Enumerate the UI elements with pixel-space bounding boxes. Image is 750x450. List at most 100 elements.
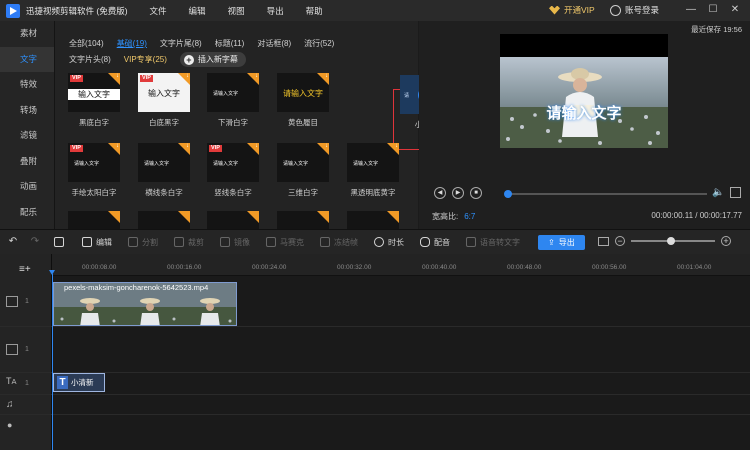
template-tile[interactable] <box>277 211 329 229</box>
fullscreen-icon[interactable] <box>730 187 741 198</box>
menu-export[interactable]: 导出 <box>267 5 284 17</box>
download-icon: ↓ <box>255 143 258 149</box>
track-number: 1 <box>25 298 29 305</box>
plus-icon: + <box>183 54 194 65</box>
template-tile[interactable] <box>207 211 259 229</box>
category-title[interactable]: 标题(11) <box>215 38 245 49</box>
category-basic[interactable]: 基础(19) <box>117 38 147 49</box>
template-tile[interactable]: ↓ 请输入文字 横线条白字 <box>138 143 190 198</box>
template-tile[interactable] <box>347 211 399 229</box>
duration-button[interactable]: 时长 <box>374 237 404 248</box>
undo-button[interactable]: ↶ <box>8 237 22 247</box>
download-icon: ↓ <box>116 73 119 79</box>
text-clip[interactable]: T 小清新 <box>53 373 105 392</box>
redo-button[interactable]: ↷ <box>30 237 44 247</box>
insert-subtitle-label: 插入新字幕 <box>197 55 238 64</box>
download-icon: ↓ <box>186 73 189 79</box>
tab-music[interactable]: 配乐 <box>0 200 54 226</box>
crop-icon <box>174 237 184 247</box>
tab-overlay[interactable]: 叠附 <box>0 149 54 175</box>
template-thumbnail <box>138 211 190 229</box>
maximize-button[interactable]: ☐ <box>702 2 724 18</box>
tab-material[interactable]: 素材 <box>0 21 54 47</box>
menu-help[interactable]: 帮助 <box>306 5 323 17</box>
menu-view[interactable]: 视图 <box>228 5 245 17</box>
dub-label: 配音 <box>434 237 450 247</box>
template-label: 黑底白字 <box>79 118 109 127</box>
category-dialog[interactable]: 对话框(8) <box>257 38 291 49</box>
tab-animation[interactable]: 动画 <box>0 174 54 200</box>
mirror-button[interactable]: 镜像 <box>220 237 250 248</box>
speech-to-text-button[interactable]: 语音转文字 <box>466 237 520 248</box>
ruler-tick: 00:00:48.00 <box>507 264 542 271</box>
freeze-icon <box>320 237 330 247</box>
category-all[interactable]: 全部(104) <box>69 38 104 49</box>
delete-button[interactable] <box>54 237 68 247</box>
track-divider <box>0 372 750 373</box>
time-ruler[interactable]: 00:00:08.00 00:00:16.00 00:00:24.00 00:0… <box>52 254 750 276</box>
template-tile[interactable]: ↓ 请输入文字 三维白字 <box>277 143 329 198</box>
tab-effects[interactable]: 特效 <box>0 72 54 98</box>
add-track-icon[interactable]: ≡+ <box>19 264 31 275</box>
login-button[interactable]: 账号登录 <box>610 4 659 16</box>
volume-icon[interactable]: 🔈 <box>712 187 724 198</box>
aspect-ratio-value[interactable]: 6:7 <box>464 212 475 221</box>
dub-button[interactable]: 配音 <box>420 237 450 248</box>
template-tile[interactable]: ↓ 请输入文字 下滑白字 <box>207 73 259 128</box>
menu-edit[interactable]: 编辑 <box>189 5 206 17</box>
vip-button[interactable]: 开通VIP <box>549 4 595 16</box>
template-label: 竖线条白字 <box>214 188 252 197</box>
template-tile[interactable]: VIP ↓ 请输入文字 手绘太阳白字 <box>68 143 120 198</box>
edit-button[interactable]: 编辑 <box>82 237 112 248</box>
vip-badge: VIP <box>209 145 222 152</box>
fit-timeline-icon[interactable] <box>598 236 609 246</box>
template-thumbnail: ↓ 请输入文字 <box>207 73 259 112</box>
zoom-in-icon[interactable]: + <box>721 236 731 246</box>
mosaic-button[interactable]: 马赛克 <box>266 237 304 248</box>
split-button[interactable]: 分割 <box>128 237 158 248</box>
template-tile[interactable]: ↓ 请输入文字 黑透明底黄字 <box>347 143 399 198</box>
tab-transitions[interactable]: 转场 <box>0 98 54 124</box>
track-divider <box>0 326 750 327</box>
minimize-button[interactable]: — <box>680 2 702 18</box>
category-opening[interactable]: 文字片头(8) <box>69 54 111 65</box>
tab-filters[interactable]: 滤镜 <box>0 123 54 149</box>
playhead[interactable] <box>49 270 55 450</box>
menu-file[interactable]: 文件 <box>150 5 167 17</box>
zoom-out-icon[interactable]: − <box>615 236 625 246</box>
template-tile[interactable] <box>68 211 120 229</box>
ruler-tick: 00:00:08.00 <box>82 264 117 271</box>
play-button[interactable]: ▶ <box>452 187 464 199</box>
prev-frame-button[interactable]: ◀ <box>434 187 446 199</box>
template-thumbnail: ↓ 请输入文字 <box>277 73 329 112</box>
category-popular[interactable]: 流行(52) <box>304 38 334 49</box>
template-tile[interactable]: ↓ 请输入文字 黄色履目 <box>277 73 329 128</box>
export-button[interactable]: ⇪ 导出 <box>538 234 585 250</box>
template-tile[interactable] <box>138 211 190 229</box>
crop-button[interactable]: 裁剪 <box>174 237 204 248</box>
close-button[interactable]: ✕ <box>724 2 746 18</box>
zoom-slider[interactable] <box>631 237 715 245</box>
video-caption-text[interactable]: 请输入文字 <box>500 102 668 123</box>
template-tile[interactable]: VIP ↓ 请输入文字 竖线条白字 <box>207 143 259 198</box>
vip-badge: VIP <box>70 75 83 82</box>
template-tile[interactable]: VIP ↓ 输入文字 黑底白字 <box>68 73 120 128</box>
insert-subtitle-button[interactable]: + 插入新字幕 <box>179 52 246 67</box>
freeze-frame-button[interactable]: 冻结帧 <box>320 237 358 248</box>
template-preview-text: 请输入文字 <box>74 161 100 167</box>
clock-icon <box>374 237 384 247</box>
tab-text[interactable]: 文字 <box>0 46 54 72</box>
template-tile[interactable]: VIP ↓ 输入文字 白底黑字 <box>138 73 190 128</box>
download-icon: ↓ <box>395 143 398 149</box>
category-vip[interactable]: VIP专享(25) <box>124 54 167 65</box>
freeze-label: 冻结帧 <box>334 237 358 247</box>
zoom-slider-handle[interactable] <box>667 237 676 245</box>
stop-button[interactable]: ■ <box>470 187 482 199</box>
text-clip-icon: T <box>57 376 68 389</box>
seek-handle[interactable] <box>504 190 512 198</box>
category-ending[interactable]: 文字片尾(8) <box>160 38 202 49</box>
aspect-ratio[interactable]: 宽高比: 6:7 <box>432 211 475 222</box>
video-clip[interactable]: pexels-maksim-goncharenok-5642523.mp4 <box>53 282 237 326</box>
download-icon: ↓ <box>255 73 258 79</box>
seek-bar[interactable] <box>504 190 707 198</box>
